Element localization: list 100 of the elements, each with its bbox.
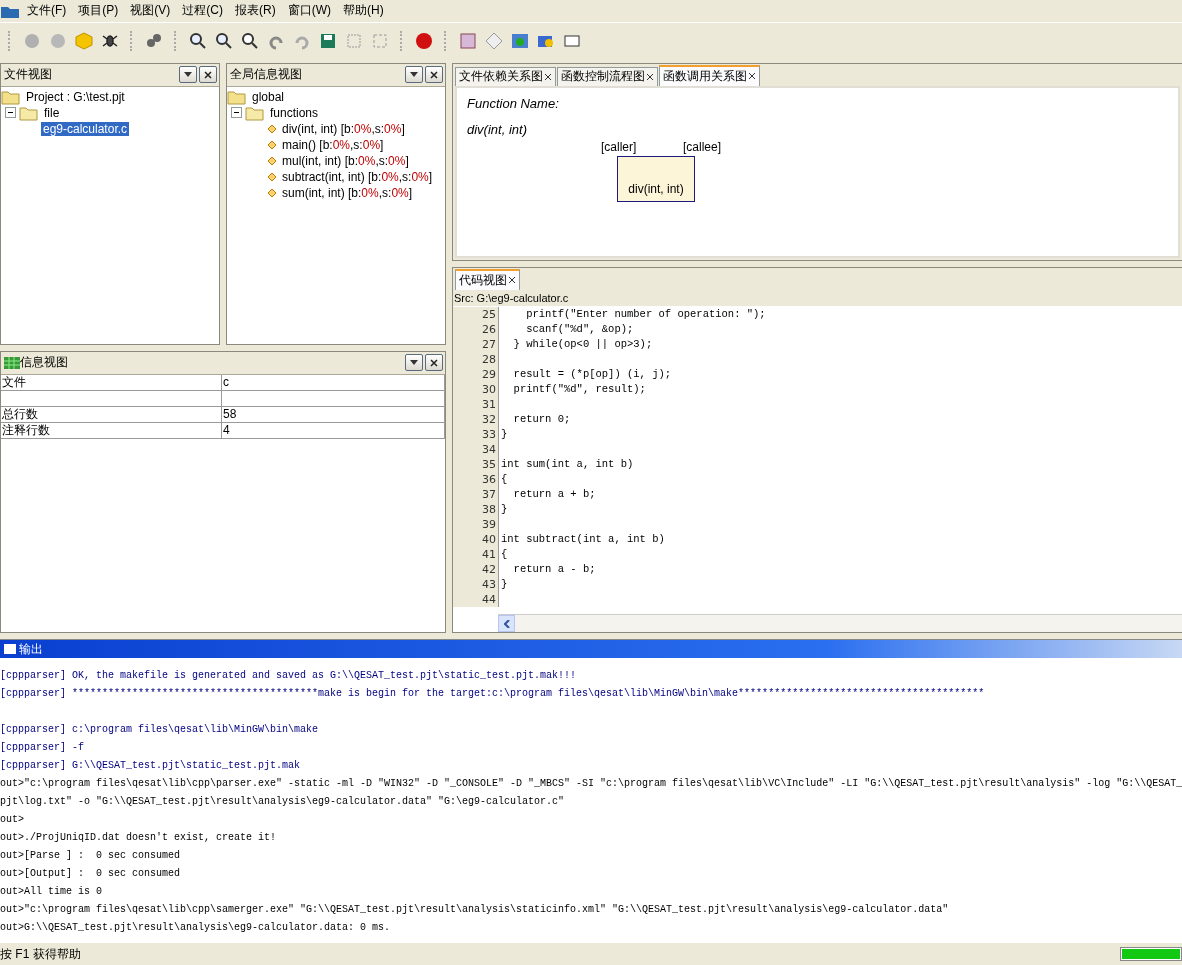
log-line: [cppparser] *****************************************make is begin for the target:c:\program files\qesat\lib\MinGW\bin\make***************************************** [0,687,986,702]
collapse-toggle[interactable] [231,107,242,119]
caret-icon [410,72,418,78]
zoom-in-icon[interactable] [188,30,208,51]
code-line: return 0; [512,411,571,427]
tree-item[interactable]: subtract(int, int) [b:0%,s:0%] [280,169,435,184]
menu-item[interactable]: 报表(R) [230,2,281,20]
code-line: { [500,471,508,487]
tree-item[interactable]: eg9-calculator.c [41,121,130,136]
scroll-left-button[interactable] [498,615,515,633]
tab[interactable]: 文件依赖关系图 [455,66,556,86]
code-line: int sum(int a, int b) [500,456,634,472]
close-button[interactable] [199,66,217,84]
zoom-out-icon[interactable] [214,30,234,51]
log-line: out>"c:\program files\qesat\lib\cpp\parser.exe" -static -ml -D "WIN32" -D "_CONSOLE" -D "_MBCS" -SI "c:\program files\qesat\lib\VC\Include" -LI "G:\\QESAT_test.pjt\result\analysis" -log "G:\\QESAT_ [0,777,1182,792]
diagram-heading: Function Name: [467,95,559,111]
diamond-icon [267,187,277,198]
table-cell: c [222,374,445,390]
panel-title: 全局信息视图 [230,66,303,84]
table-cell: 注释行数 [1,422,222,438]
code-line: scanf("%d", &op); [525,321,634,337]
diamond-icon [267,155,277,166]
log-line: out>"c:\program files\qesat\lib\cpp\samerger.exe" "G:\\QESAT_test.pjt\result\analysis\staticinfo.xml" "G:\\QESAT_test.pjt\result\analysis\eg9-calculator.data" [0,903,950,918]
grid-icon [4,356,20,369]
close-icon [430,358,438,367]
log-line: out>G:\\QESAT_test.pjt\result\analysis\eg9-calculator.data: 0 ms. [0,921,392,936]
tab[interactable]: 函数控制流程图 [557,66,658,86]
close-button[interactable] [425,354,443,372]
menu-item[interactable]: 过程(C) [177,2,228,20]
log-line: [cppparser] G:\\QESAT_test.pjt\static_test.pjt.mak [0,759,302,774]
log-line: [cppparser] c:\program files\qesat\lib\MinGW\bin\make [0,723,320,738]
code-line: return a + b; [512,486,596,502]
code-line: { [500,546,508,562]
tree-item[interactable]: sum(int, int) [b:0%,s:0%] [280,185,415,200]
code-line: } [500,576,508,592]
collapse-toggle[interactable] [5,107,16,119]
panel-title: 文件视图 [4,66,53,84]
close-icon [204,70,212,79]
table-cell: 文件 [1,374,222,390]
close-icon[interactable] [544,72,552,81]
tab[interactable]: 代码视图 [455,268,520,290]
log-line: [cppparser] -f [0,741,85,756]
close-icon[interactable] [748,72,756,81]
tree-item[interactable]: div(int, int) [b:0%,s:0%] [280,121,407,136]
dropdown-button[interactable] [405,354,423,372]
caret-icon [184,72,192,78]
log-line: out>./ProjUniqID.dat doesn't exist, create it! [0,831,278,846]
report-icon[interactable] [458,30,478,51]
window-icon [4,644,16,655]
tree-item[interactable]: file [42,105,62,120]
log-line: out>[Parse ] : 0 sec consumed [0,849,182,864]
caret-icon [410,360,418,366]
code-line: return a - b; [512,561,596,577]
code-line: int subtract(int a, int b) [500,531,665,547]
code-line: } [500,426,508,442]
tree-item[interactable]: mul(int, int) [b:0%,s:0%] [280,153,411,168]
menu-item[interactable]: 项目(P) [73,2,124,20]
callee-label: [callee] [683,139,722,154]
code-line: } while(op<0 || op>3); [512,336,653,352]
table-cell: 4 [222,422,445,438]
code-line: printf("Enter number of operation: "); [525,306,766,322]
help-icon[interactable] [414,30,434,51]
dropdown-button[interactable] [405,66,423,84]
panel-title: 信息视图 [20,354,69,372]
menu-item[interactable]: 视图(V) [125,2,176,20]
diamond-icon [267,139,277,150]
menu-item[interactable]: 文件(F) [22,2,72,20]
table-cell: 58 [222,406,445,422]
function-signature: div(int, int) [467,121,527,137]
search-icon[interactable] [240,30,260,51]
diamond-icon [267,123,277,134]
code-line: result = (*p[op]) (i, j); [512,366,672,382]
log-line: out>All time is 0 [0,885,104,900]
menu-item[interactable]: 窗口(W) [282,2,336,20]
line-number: 25 [453,306,499,322]
close-icon[interactable] [508,276,516,285]
close-button[interactable] [425,66,443,84]
close-icon [430,70,438,79]
status-text: 按 F1 获得帮助 [0,945,82,963]
tree-item[interactable]: functions [268,105,321,120]
code-line: } [500,501,508,517]
menu-item[interactable]: 帮助(H) [338,2,389,20]
log-line: pjt\log.txt" -o "G:\\QESAT_test.pjt\result\analysis\eg9-calculator.data" "G:\eg9-calculator.c" [0,795,566,810]
table-cell: 总行数 [1,406,222,422]
horizontal-scrollbar[interactable] [498,614,1182,633]
log-line: out>[Output] : 0 sec consumed [0,867,182,882]
panel-title: 输出 [19,640,43,658]
dropdown-button[interactable] [179,66,197,84]
source-path: Src: G:\eg9-calculator.c [454,291,569,304]
log-line: out> [0,813,25,828]
caller-label: [caller] [601,139,637,154]
tree-item[interactable]: main() [b:0%,s:0%] [280,137,386,152]
tab[interactable]: 函数调用关系图 [659,64,760,86]
close-icon[interactable] [646,72,654,81]
tree-item[interactable]: Project : G:\test.pjt [24,89,127,104]
code-line: printf("%d", result); [512,381,646,397]
log-line: [cppparser] OK, the makefile is generated and saved as G:\\QESAT_test.pjt\static_test.pjt.mak!!! [0,669,578,684]
diamond-icon [267,171,277,182]
function-node[interactable]: div(int, int) [617,155,695,202]
tree-item[interactable]: global [250,89,287,104]
